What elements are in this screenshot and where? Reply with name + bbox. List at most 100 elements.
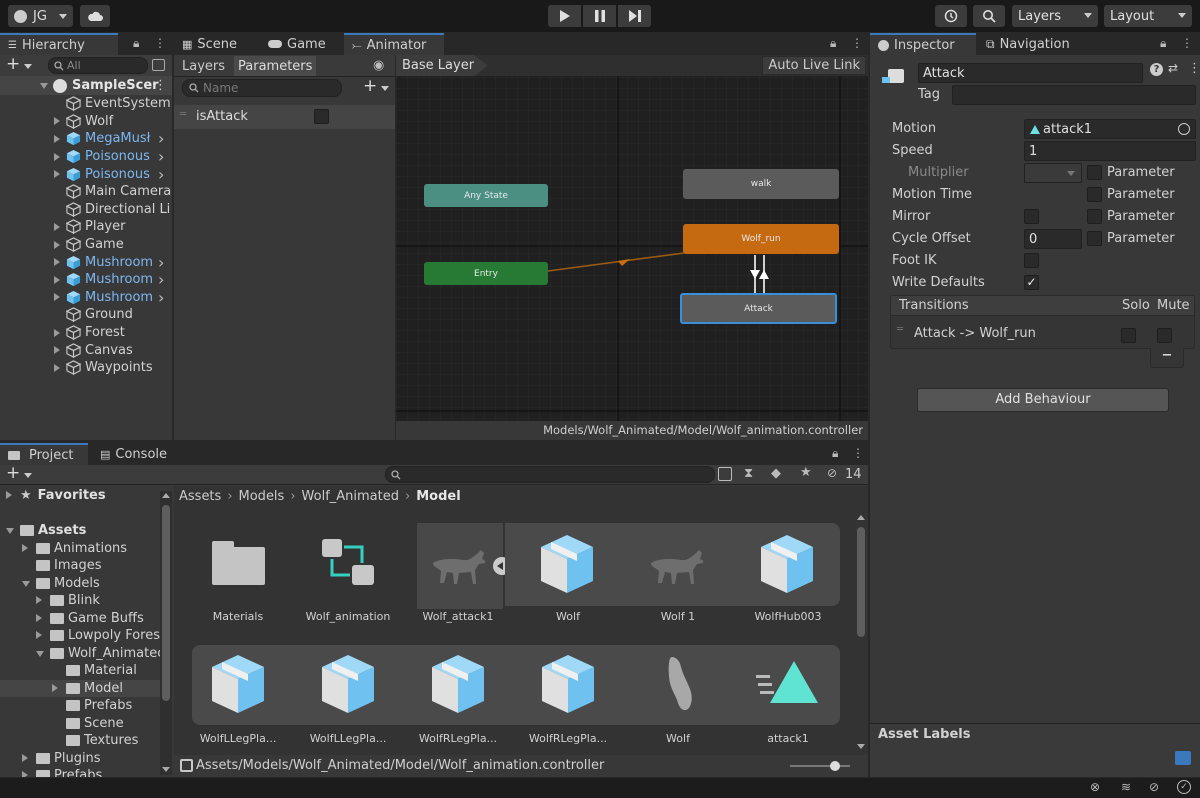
expand-arrow-icon[interactable] — [36, 611, 50, 626]
mute-checkbox[interactable] — [1157, 328, 1172, 343]
cloud-button[interactable] — [80, 5, 110, 27]
cache-server-icon[interactable]: ≋ — [1121, 780, 1131, 794]
expand-arrow-icon[interactable] — [54, 258, 60, 267]
hierarchy-item[interactable]: Mushroom › — [0, 289, 172, 306]
tree-item[interactable]: Material — [0, 662, 160, 680]
chevron-down-icon[interactable] — [24, 473, 32, 478]
account-dropdown[interactable]: JG — [8, 5, 73, 27]
project-search-input[interactable] — [385, 466, 715, 483]
tree-item[interactable]: ★ Favorites — [0, 487, 160, 505]
layout-dropdown[interactable]: Layout — [1104, 5, 1192, 27]
chevron-right-icon[interactable]: › — [158, 271, 164, 289]
lock-icon[interactable]: 🔒︎ — [133, 36, 139, 51]
asset-wolf-animation[interactable] — [294, 523, 402, 623]
tab-inspector[interactable]: Inspector — [870, 33, 976, 55]
hierarchy-item[interactable]: Canvas — [0, 341, 172, 359]
expand-arrow-icon[interactable] — [54, 363, 60, 372]
expand-arrow-icon[interactable] — [6, 523, 20, 538]
hierarchy-item[interactable]: Mushroom › — [0, 271, 172, 289]
expand-arrow-icon[interactable] — [36, 646, 50, 661]
multiplier-dropdown[interactable] — [1024, 163, 1082, 183]
asset-materials[interactable] — [184, 523, 292, 623]
breadcrumb-item[interactable]: Wolf_Animated — [302, 489, 399, 504]
tree-item[interactable]: Wolf_Animatec — [0, 645, 160, 663]
lock-icon[interactable]: 🔒︎ — [1160, 36, 1166, 51]
expand-arrow-icon[interactable] — [54, 328, 60, 337]
transition-row[interactable]: ═ Attack -> Wolf_run — [891, 318, 1194, 348]
drag-handle-icon[interactable]: ═ — [180, 109, 186, 120]
expand-arrow-icon[interactable] — [6, 488, 20, 503]
tab-project[interactable]: Project — [0, 443, 88, 465]
tab-navigation[interactable]: ⧉ Navigation — [978, 33, 1078, 55]
filter-by-label-icon[interactable]: ◆ — [771, 466, 781, 481]
breadcrumb-item[interactable]: Models — [239, 489, 285, 504]
hierarchy-item[interactable]: Poisonous › — [0, 165, 172, 183]
tab-scene[interactable]: ▦ Scene — [174, 33, 245, 55]
expand-arrow-icon[interactable] — [54, 152, 60, 161]
scroll-up-icon[interactable] — [857, 515, 865, 520]
scene-filter-icon[interactable] — [152, 59, 165, 71]
entry-node[interactable]: Entry — [424, 262, 548, 285]
base-layer-breadcrumb[interactable]: Base Layer — [396, 55, 488, 76]
hierarchy-item[interactable]: MegaMusł › — [0, 130, 172, 148]
lock-icon[interactable]: 🔒︎ — [832, 446, 838, 461]
asset-wolf-mesh[interactable] — [624, 645, 732, 745]
expand-arrow-icon[interactable] — [54, 117, 60, 126]
scene-menu-icon[interactable]: ⋮ — [154, 78, 167, 93]
expand-arrow-icon[interactable] — [54, 275, 60, 284]
tag-input[interactable] — [952, 85, 1196, 105]
asset-wolfrlegpla-2[interactable] — [514, 645, 622, 745]
layers-dropdown[interactable]: Layers — [1012, 5, 1098, 27]
filter-by-type-icon[interactable]: ⧗ — [744, 466, 753, 481]
write-defaults-checkbox[interactable]: ✓ — [1024, 275, 1039, 290]
expand-arrow-icon[interactable] — [22, 768, 36, 777]
tab-layers[interactable]: Layers — [178, 56, 229, 76]
preset-icon[interactable]: ⇄ — [1168, 61, 1178, 75]
expand-arrow-icon[interactable] — [54, 222, 60, 231]
expand-arrow-icon[interactable] — [36, 593, 50, 608]
chevron-down-icon[interactable] — [24, 64, 32, 69]
expand-arrow-icon[interactable] — [54, 134, 60, 143]
tree-item[interactable]: Prefabs — [0, 767, 160, 777]
parameter-search-input[interactable]: Name — [182, 79, 342, 97]
pause-button[interactable] — [583, 5, 616, 27]
hierarchy-item[interactable]: Poisonous › — [0, 148, 172, 166]
favorite-star-icon[interactable]: ★ — [800, 465, 812, 480]
chevron-right-icon[interactable]: › — [158, 148, 164, 166]
any-state-node[interactable]: Any State — [424, 184, 548, 207]
hierarchy-item[interactable]: Mushroom › — [0, 253, 172, 271]
hierarchy-item[interactable]: Waypoints — [0, 359, 172, 377]
tree-scroll-thumb[interactable] — [162, 505, 170, 701]
animator-graph[interactable]: Base Layer Auto Live Link Any State Entr… — [396, 55, 868, 440]
hierarchy-item[interactable]: Player — [0, 218, 172, 236]
tree-item[interactable]: Plugins — [0, 750, 160, 768]
tree-scrollbar[interactable] — [160, 491, 172, 775]
expand-arrow-icon[interactable] — [22, 576, 36, 591]
asset-attack1[interactable] — [734, 645, 842, 745]
tree-item[interactable]: Blink — [0, 592, 160, 610]
search-by-type-icon[interactable] — [718, 467, 732, 481]
hierarchy-item[interactable]: Wolf — [0, 113, 172, 131]
hierarchy-item[interactable]: EventSystem — [0, 95, 172, 113]
tree-item[interactable]: Scene — [0, 715, 160, 733]
icon-size-slider[interactable] — [790, 761, 850, 771]
chevron-right-icon[interactable]: › — [158, 165, 164, 183]
kebab-menu-icon[interactable]: ⋮ — [154, 36, 166, 50]
add-behaviour-button[interactable]: Add Behaviour — [917, 388, 1169, 412]
remove-transition-button[interactable]: − — [1150, 348, 1184, 368]
search-button[interactable] — [973, 5, 1005, 27]
help-icon[interactable]: ? — [1150, 63, 1163, 76]
chevron-right-icon[interactable]: › — [158, 130, 164, 148]
kebab-menu-icon[interactable]: ⋮ — [1181, 36, 1193, 50]
chevron-right-icon[interactable]: › — [158, 253, 164, 271]
breadcrumb-item[interactable]: Assets — [179, 489, 221, 504]
expand-arrow-icon[interactable] — [36, 628, 50, 643]
kebab-menu-icon[interactable]: ⋮ — [1188, 61, 1200, 76]
solo-checkbox[interactable] — [1121, 328, 1136, 343]
tree-item[interactable]: Models — [0, 575, 160, 593]
lock-icon[interactable]: 🔒︎ — [830, 36, 836, 51]
object-picker-icon[interactable] — [1178, 123, 1190, 135]
tab-animator[interactable]: ⤚ Animator — [344, 33, 444, 55]
walk-state-node[interactable]: walk — [683, 169, 839, 199]
tree-item[interactable]: Prefabs — [0, 697, 160, 715]
